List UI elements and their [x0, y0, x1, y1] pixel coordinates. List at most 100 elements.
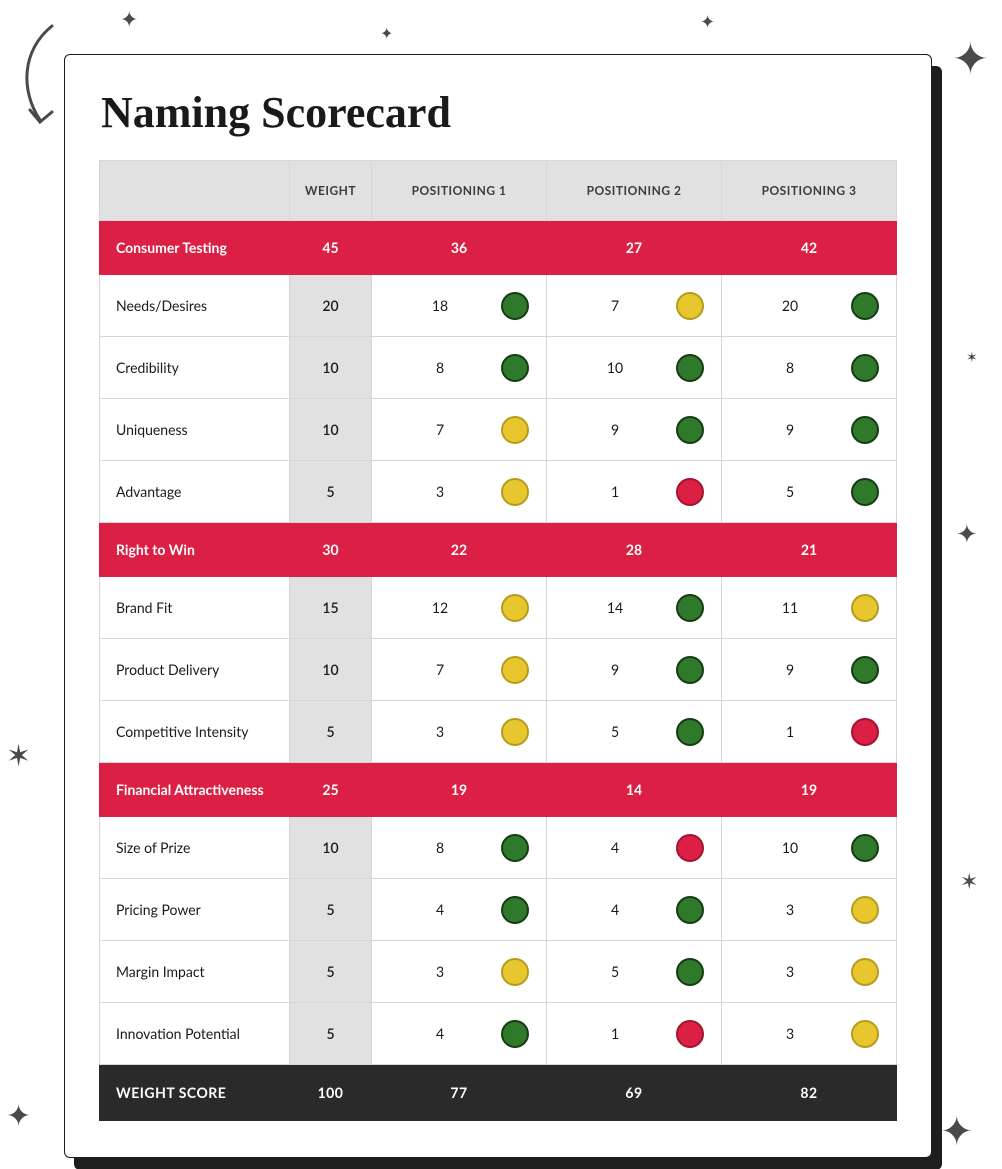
- table-row: Needs/Desires 20 18 7 20: [100, 275, 897, 337]
- status-dot-green: [676, 416, 704, 444]
- section-weight: 45: [290, 221, 372, 275]
- doodle-arrow: [12, 20, 64, 130]
- score-value: 3: [389, 723, 491, 740]
- status-dot-green: [676, 656, 704, 684]
- score-cell-pos3: 9: [722, 639, 897, 701]
- section-name: Financial Attractiveness: [100, 763, 290, 817]
- status-dot-yellow: [501, 718, 529, 746]
- score-value: 4: [389, 901, 491, 918]
- score-value: 7: [389, 421, 491, 438]
- criterion-label: Margin Impact: [100, 941, 290, 1003]
- criterion-label: Competitive Intensity: [100, 701, 290, 763]
- status-dot-green: [501, 834, 529, 862]
- score-value: 7: [389, 661, 491, 678]
- section-subtotal-pos2: 28: [547, 523, 722, 577]
- score-cell-pos1: 3: [372, 461, 547, 523]
- score-value: 9: [739, 661, 841, 678]
- score-cell-pos1: 3: [372, 701, 547, 763]
- section-subtotal-pos1: 36: [372, 221, 547, 275]
- page-title: Naming Scorecard: [101, 87, 897, 138]
- score-value: 8: [389, 839, 491, 856]
- score-value: 18: [389, 297, 491, 314]
- col-header-weight: WEIGHT: [290, 161, 372, 221]
- score-cell-pos3: 10: [722, 817, 897, 879]
- col-header-pos1: POSITIONING 1: [372, 161, 547, 221]
- status-dot-red: [676, 834, 704, 862]
- score-cell-pos3: 9: [722, 399, 897, 461]
- table-row: Pricing Power 5 4 4 3: [100, 879, 897, 941]
- score-cell-pos2: 9: [547, 399, 722, 461]
- status-dot-green: [851, 292, 879, 320]
- status-dot-yellow: [501, 416, 529, 444]
- score-value: 14: [564, 599, 666, 616]
- section-name: Right to Win: [100, 523, 290, 577]
- score-cell-pos3: 3: [722, 941, 897, 1003]
- score-value: 5: [564, 723, 666, 740]
- section-subtotal-pos1: 22: [372, 523, 547, 577]
- section-subtotal-pos3: 42: [722, 221, 897, 275]
- score-cell-pos1: 4: [372, 1003, 547, 1065]
- scorecard-card: Naming Scorecard WEIGHT POSITIONING 1 PO…: [64, 54, 932, 1158]
- criterion-weight: 5: [290, 1003, 372, 1065]
- sparkle-icon: ✦: [940, 1110, 974, 1150]
- status-dot-yellow: [501, 594, 529, 622]
- sparkle-icon: ✦: [952, 36, 989, 80]
- total-pos2: 69: [547, 1065, 722, 1121]
- score-cell-pos3: 3: [722, 1003, 897, 1065]
- criterion-weight: 10: [290, 337, 372, 399]
- status-dot-green: [676, 354, 704, 382]
- status-dot-green: [851, 354, 879, 382]
- score-value: 1: [564, 1025, 666, 1042]
- criterion-weight: 20: [290, 275, 372, 337]
- score-cell-pos1: 4: [372, 879, 547, 941]
- criterion-label: Pricing Power: [100, 879, 290, 941]
- status-dot-yellow: [851, 1020, 879, 1048]
- score-cell-pos2: 14: [547, 577, 722, 639]
- section-row: Right to Win 30 22 28 21: [100, 523, 897, 577]
- score-cell-pos2: 9: [547, 639, 722, 701]
- status-dot-green: [676, 594, 704, 622]
- criterion-label: Needs/Desires: [100, 275, 290, 337]
- sparkle-icon: ✦: [380, 26, 393, 42]
- status-dot-green: [851, 478, 879, 506]
- section-subtotal-pos3: 19: [722, 763, 897, 817]
- score-value: 3: [389, 483, 491, 500]
- criterion-label: Credibility: [100, 337, 290, 399]
- score-cell-pos2: 5: [547, 941, 722, 1003]
- score-value: 9: [564, 661, 666, 678]
- score-cell-pos2: 4: [547, 879, 722, 941]
- criterion-weight: 10: [290, 399, 372, 461]
- score-value: 1: [564, 483, 666, 500]
- score-cell-pos1: 7: [372, 399, 547, 461]
- total-pos3: 82: [722, 1065, 897, 1121]
- score-cell-pos3: 5: [722, 461, 897, 523]
- table-row: Credibility 10 8 10 8: [100, 337, 897, 399]
- section-subtotal-pos2: 14: [547, 763, 722, 817]
- section-subtotal-pos3: 21: [722, 523, 897, 577]
- table-row: Brand Fit 15 12 14 11: [100, 577, 897, 639]
- sparkle-icon: ✶: [6, 740, 31, 770]
- criterion-weight: 15: [290, 577, 372, 639]
- status-dot-green: [676, 958, 704, 986]
- section-subtotal-pos2: 27: [547, 221, 722, 275]
- status-dot-red: [676, 1020, 704, 1048]
- table-row: Size of Prize 10 8 4 10: [100, 817, 897, 879]
- score-cell-pos1: 8: [372, 817, 547, 879]
- total-label: WEIGHT SCORE: [100, 1065, 290, 1121]
- criterion-label: Advantage: [100, 461, 290, 523]
- score-cell-pos2: 4: [547, 817, 722, 879]
- scorecard-table: WEIGHT POSITIONING 1 POSITIONING 2 POSIT…: [99, 160, 897, 1121]
- criterion-label: Size of Prize: [100, 817, 290, 879]
- status-dot-green: [851, 834, 879, 862]
- score-cell-pos3: 1: [722, 701, 897, 763]
- score-value: 5: [739, 483, 841, 500]
- col-header-pos3: POSITIONING 3: [722, 161, 897, 221]
- status-dot-red: [676, 478, 704, 506]
- criterion-weight: 5: [290, 461, 372, 523]
- section-row: Financial Attractiveness 25 19 14 19: [100, 763, 897, 817]
- criterion-weight: 10: [290, 639, 372, 701]
- score-value: 3: [739, 901, 841, 918]
- score-value: 10: [564, 359, 666, 376]
- criterion-weight: 10: [290, 817, 372, 879]
- status-dot-green: [501, 896, 529, 924]
